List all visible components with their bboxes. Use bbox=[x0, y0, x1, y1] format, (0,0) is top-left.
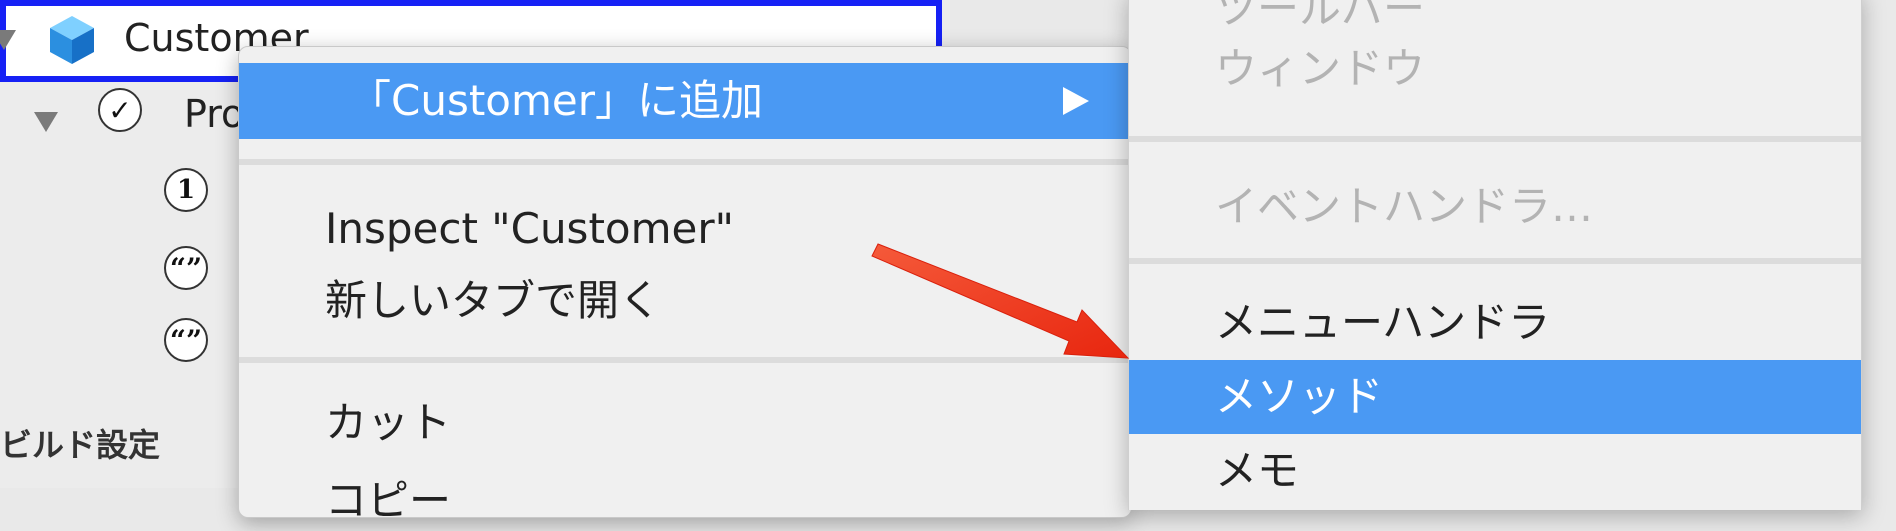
menu-separator bbox=[1129, 136, 1861, 142]
quote-badge-icon: “” bbox=[164, 246, 208, 290]
menu-item-copy[interactable]: コピー bbox=[239, 471, 1131, 531]
menu-item-label: 「Customer」に追加 bbox=[349, 76, 764, 125]
submenu-arrow-icon bbox=[1063, 87, 1089, 115]
context-menu: 「Customer」に追加 Inspect "Customer" 新しいタブで開… bbox=[238, 46, 1132, 525]
menu-item-add-to-customer[interactable]: 「Customer」に追加 bbox=[239, 63, 1131, 139]
section-label-build-settings: ビルド設定 bbox=[0, 426, 161, 464]
menu-separator bbox=[239, 159, 1131, 165]
disclosure-triangle-icon[interactable] bbox=[34, 112, 58, 132]
quote-badge-icon: “” bbox=[164, 318, 208, 362]
menu-item-inspect[interactable]: Inspect "Customer" bbox=[239, 199, 1131, 259]
checkmark-circle-icon: ✓ bbox=[98, 88, 142, 132]
outline-item-label: Pro bbox=[184, 92, 245, 136]
submenu-item-event-handler[interactable]: イベントハンドラ… bbox=[1129, 174, 1861, 240]
submenu-item-menu-handler[interactable]: メニューハンドラ bbox=[1129, 290, 1861, 356]
disclosure-triangle-icon[interactable] bbox=[0, 30, 16, 50]
cube-icon bbox=[50, 16, 94, 64]
submenu-item-method[interactable]: メソッド bbox=[1129, 360, 1861, 434]
submenu: ツールバー ウィンドウ イベントハンドラ… メニューハンドラ メソッド メモ bbox=[1128, 0, 1862, 510]
submenu-item-memo[interactable]: メモ bbox=[1129, 438, 1861, 504]
menu-item-open-new-tab[interactable]: 新しいタブで開く bbox=[239, 271, 1131, 331]
menu-item-cut[interactable]: カット bbox=[239, 393, 1131, 453]
number-badge-icon: 1 bbox=[164, 168, 208, 212]
submenu-item-window[interactable]: ウィンドウ bbox=[1129, 36, 1861, 102]
menu-separator bbox=[1129, 258, 1861, 264]
menu-separator bbox=[239, 357, 1131, 363]
